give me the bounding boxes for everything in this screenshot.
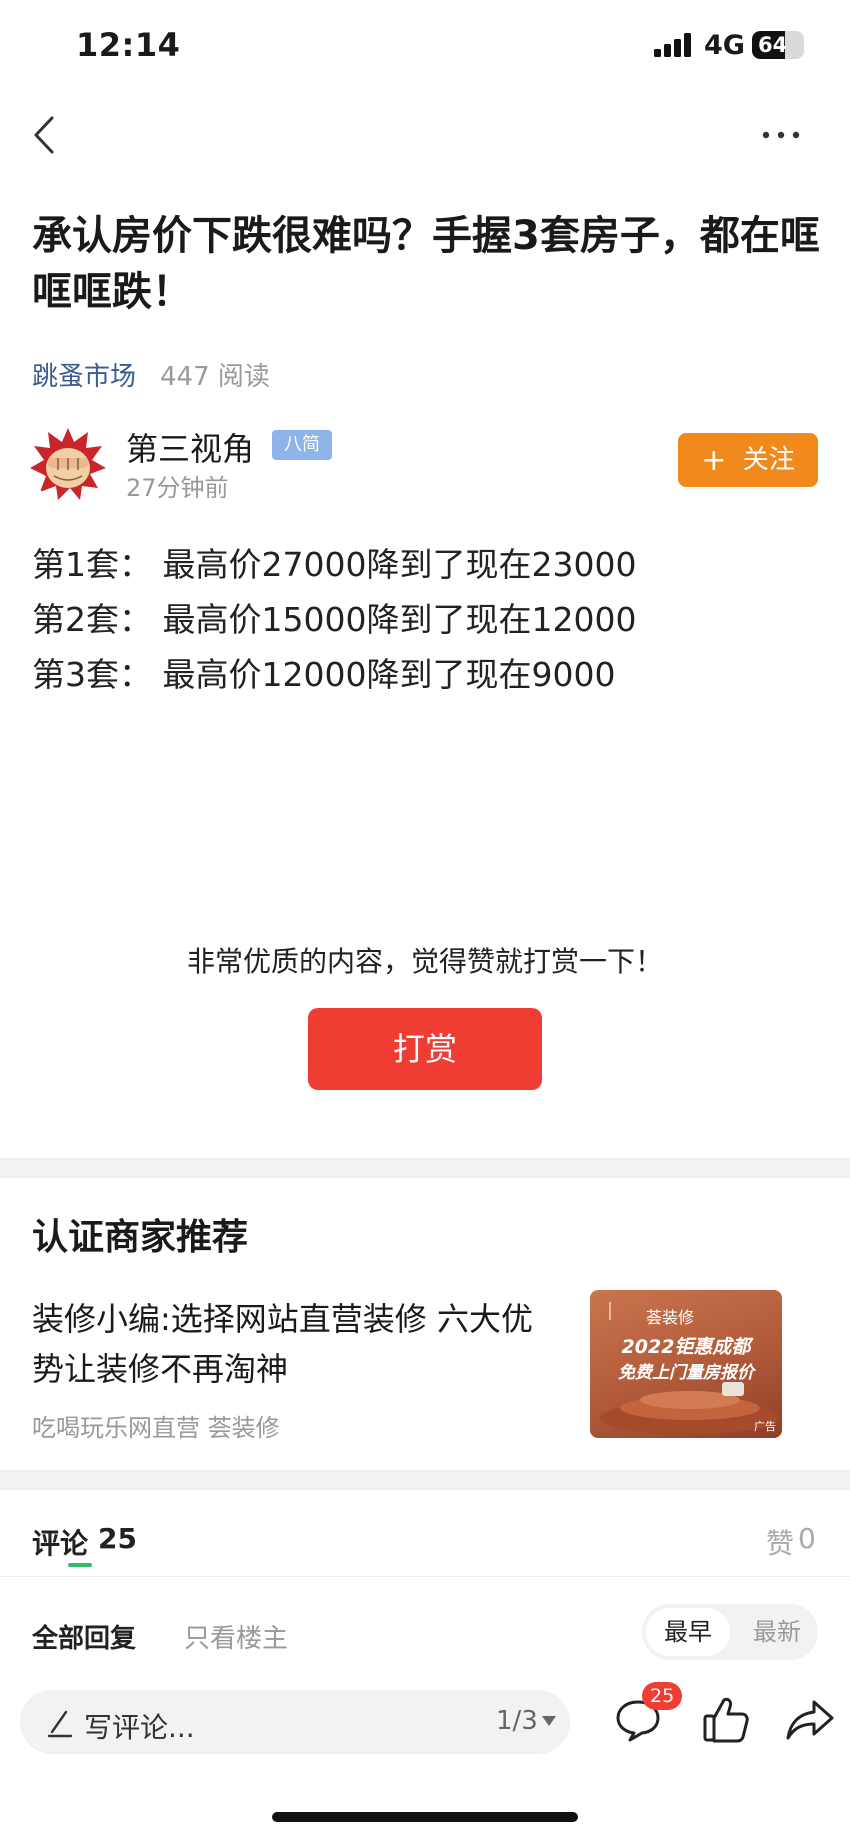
body-line-3: 第3套： 最高价12000降到了现在9000 — [32, 655, 616, 694]
follow-label: 关注 — [742, 445, 795, 475]
recommend-thumbnail[interactable]: 荟装修 2022钜惠成都 免费上门量房报价 广告 — [590, 1290, 782, 1438]
thumb-logo: 荟装修 — [646, 1308, 695, 1327]
tip-prompt: 非常优质的内容，觉得赞就打赏一下！ — [186, 945, 663, 978]
signal-icon — [654, 33, 691, 57]
comments-tab[interactable]: 评论 — [32, 1522, 88, 1562]
author-name[interactable]: 第三视角 — [126, 424, 254, 470]
pen-icon — [47, 1710, 73, 1738]
battery-icon: 64 — [752, 31, 804, 59]
likes-count: 0 — [798, 1522, 816, 1555]
thumb-headline: 2022钜惠成都 — [621, 1336, 751, 1358]
follow-button[interactable]: + 关注 — [678, 433, 818, 487]
network-label: 4G — [704, 30, 745, 61]
filter-op-only[interactable]: 只看楼主 — [184, 1618, 288, 1655]
back-icon[interactable] — [26, 110, 66, 160]
page-indicator[interactable]: 1/3 — [496, 1706, 538, 1736]
sort-earliest[interactable]: 最早 — [646, 1608, 730, 1656]
caret-down-icon[interactable] — [542, 1716, 556, 1726]
sort-newest[interactable]: 最新 — [740, 1608, 814, 1656]
tab-indicator — [68, 1563, 92, 1567]
likes-tab[interactable]: 赞 — [766, 1522, 794, 1562]
article-title: 承认房价下跌很难吗？手握3套房子，都在哐哐哐跌！ — [32, 213, 820, 315]
home-indicator — [272, 1812, 578, 1822]
ad-label: 广告 — [754, 1420, 776, 1433]
recommend-item-title[interactable]: 装修小编:选择网站直营装修 六大优势让装修不再淘神 — [32, 1294, 562, 1394]
plus-icon: + — [701, 443, 727, 478]
read-count: 447 阅读 — [160, 362, 270, 392]
more-icon[interactable] — [756, 120, 806, 150]
thumbs-up-icon[interactable] — [702, 1694, 750, 1744]
author-badge: 八简 — [272, 430, 332, 460]
source-link[interactable]: 跳蚤市场 — [32, 356, 136, 393]
comments-count: 25 — [98, 1522, 137, 1555]
fist-avatar-icon — [30, 426, 106, 502]
status-time: 12:14 — [76, 26, 181, 64]
filter-all-replies[interactable]: 全部回复 — [32, 1618, 136, 1655]
body-line-1: 第1套： 最高价27000降到了现在23000 — [32, 545, 637, 584]
thumb-subline: 免费上门量房报价 — [618, 1363, 754, 1383]
post-time: 27分钟前 — [126, 474, 229, 502]
comment-placeholder[interactable]: 写评论... — [84, 1706, 195, 1746]
avatar[interactable] — [30, 426, 106, 502]
tip-button[interactable]: 打赏 — [308, 1008, 542, 1090]
battery-level: 64 — [758, 33, 788, 57]
body-line-2: 第2套： 最高价15000降到了现在12000 — [32, 600, 637, 639]
section-divider — [0, 1470, 850, 1490]
comment-count-badge: 25 — [642, 1682, 683, 1710]
divider — [0, 1576, 850, 1577]
section-divider — [0, 1158, 850, 1178]
share-icon[interactable] — [786, 1698, 834, 1742]
recommend-title: 认证商家推荐 — [32, 1217, 249, 1258]
recommend-item-meta: 吃喝玩乐网直营 荟装修 — [32, 1414, 280, 1442]
